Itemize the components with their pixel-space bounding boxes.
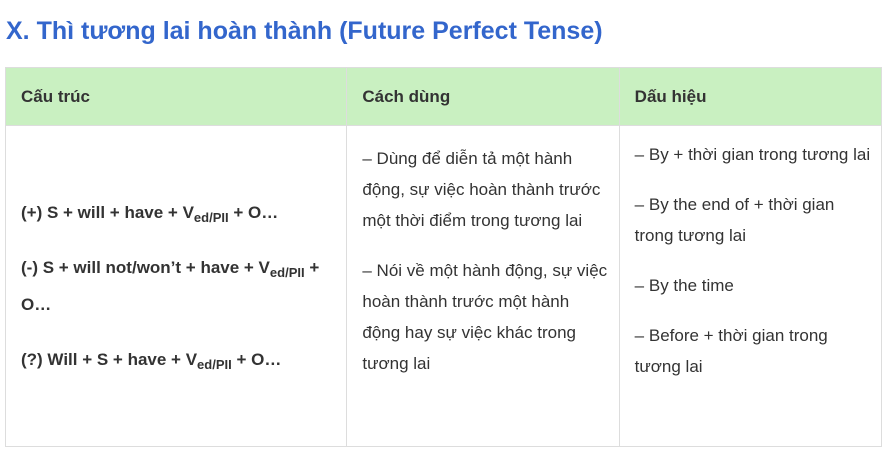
sign-item: – By + thời gian trong tương lai bbox=[634, 145, 871, 164]
sign-item: – By the end of + thời gian trong tương … bbox=[634, 195, 835, 245]
header-usage: Cách dùng bbox=[346, 67, 620, 126]
formula-affirmative: (+) S + will + have + Ved/PII + O… bbox=[21, 203, 279, 225]
table-row: (+) S + will + have + Ved/PII + O… (-) S… bbox=[4, 125, 883, 447]
structure-cell: (+) S + will + have + Ved/PII + O… (-) S… bbox=[4, 125, 348, 447]
sign-item: – By the time bbox=[634, 276, 734, 295]
formula-negative: (-) S + will not/won’t + have + Ved/PII … bbox=[21, 258, 320, 314]
header-signs: Dấu hiệu bbox=[618, 67, 883, 126]
section-heading: X. Thì tương lai hoàn thành (Future Perf… bbox=[6, 17, 603, 45]
usage-item: – Nói về một hành động, sự việc hoàn thà… bbox=[362, 261, 608, 373]
signs-cell: – By + thời gian trong tương lai – By th… bbox=[618, 125, 883, 447]
grammar-table: Cấu trúc Cách dùng Dấu hiệu (+) S + will… bbox=[4, 67, 883, 447]
formula-question: (?) Will + S + have + Ved/PII + O… bbox=[21, 350, 282, 372]
usage-cell: – Dùng để diễn tả một hành động, sự việc… bbox=[346, 125, 620, 447]
usage-item: – Dùng để diễn tả một hành động, sự việc… bbox=[362, 149, 601, 230]
sign-item: – Before + thời gian trong tương lai bbox=[634, 326, 828, 376]
header-structure: Cấu trúc bbox=[4, 67, 348, 126]
table-header-row: Cấu trúc Cách dùng Dấu hiệu bbox=[4, 67, 883, 126]
